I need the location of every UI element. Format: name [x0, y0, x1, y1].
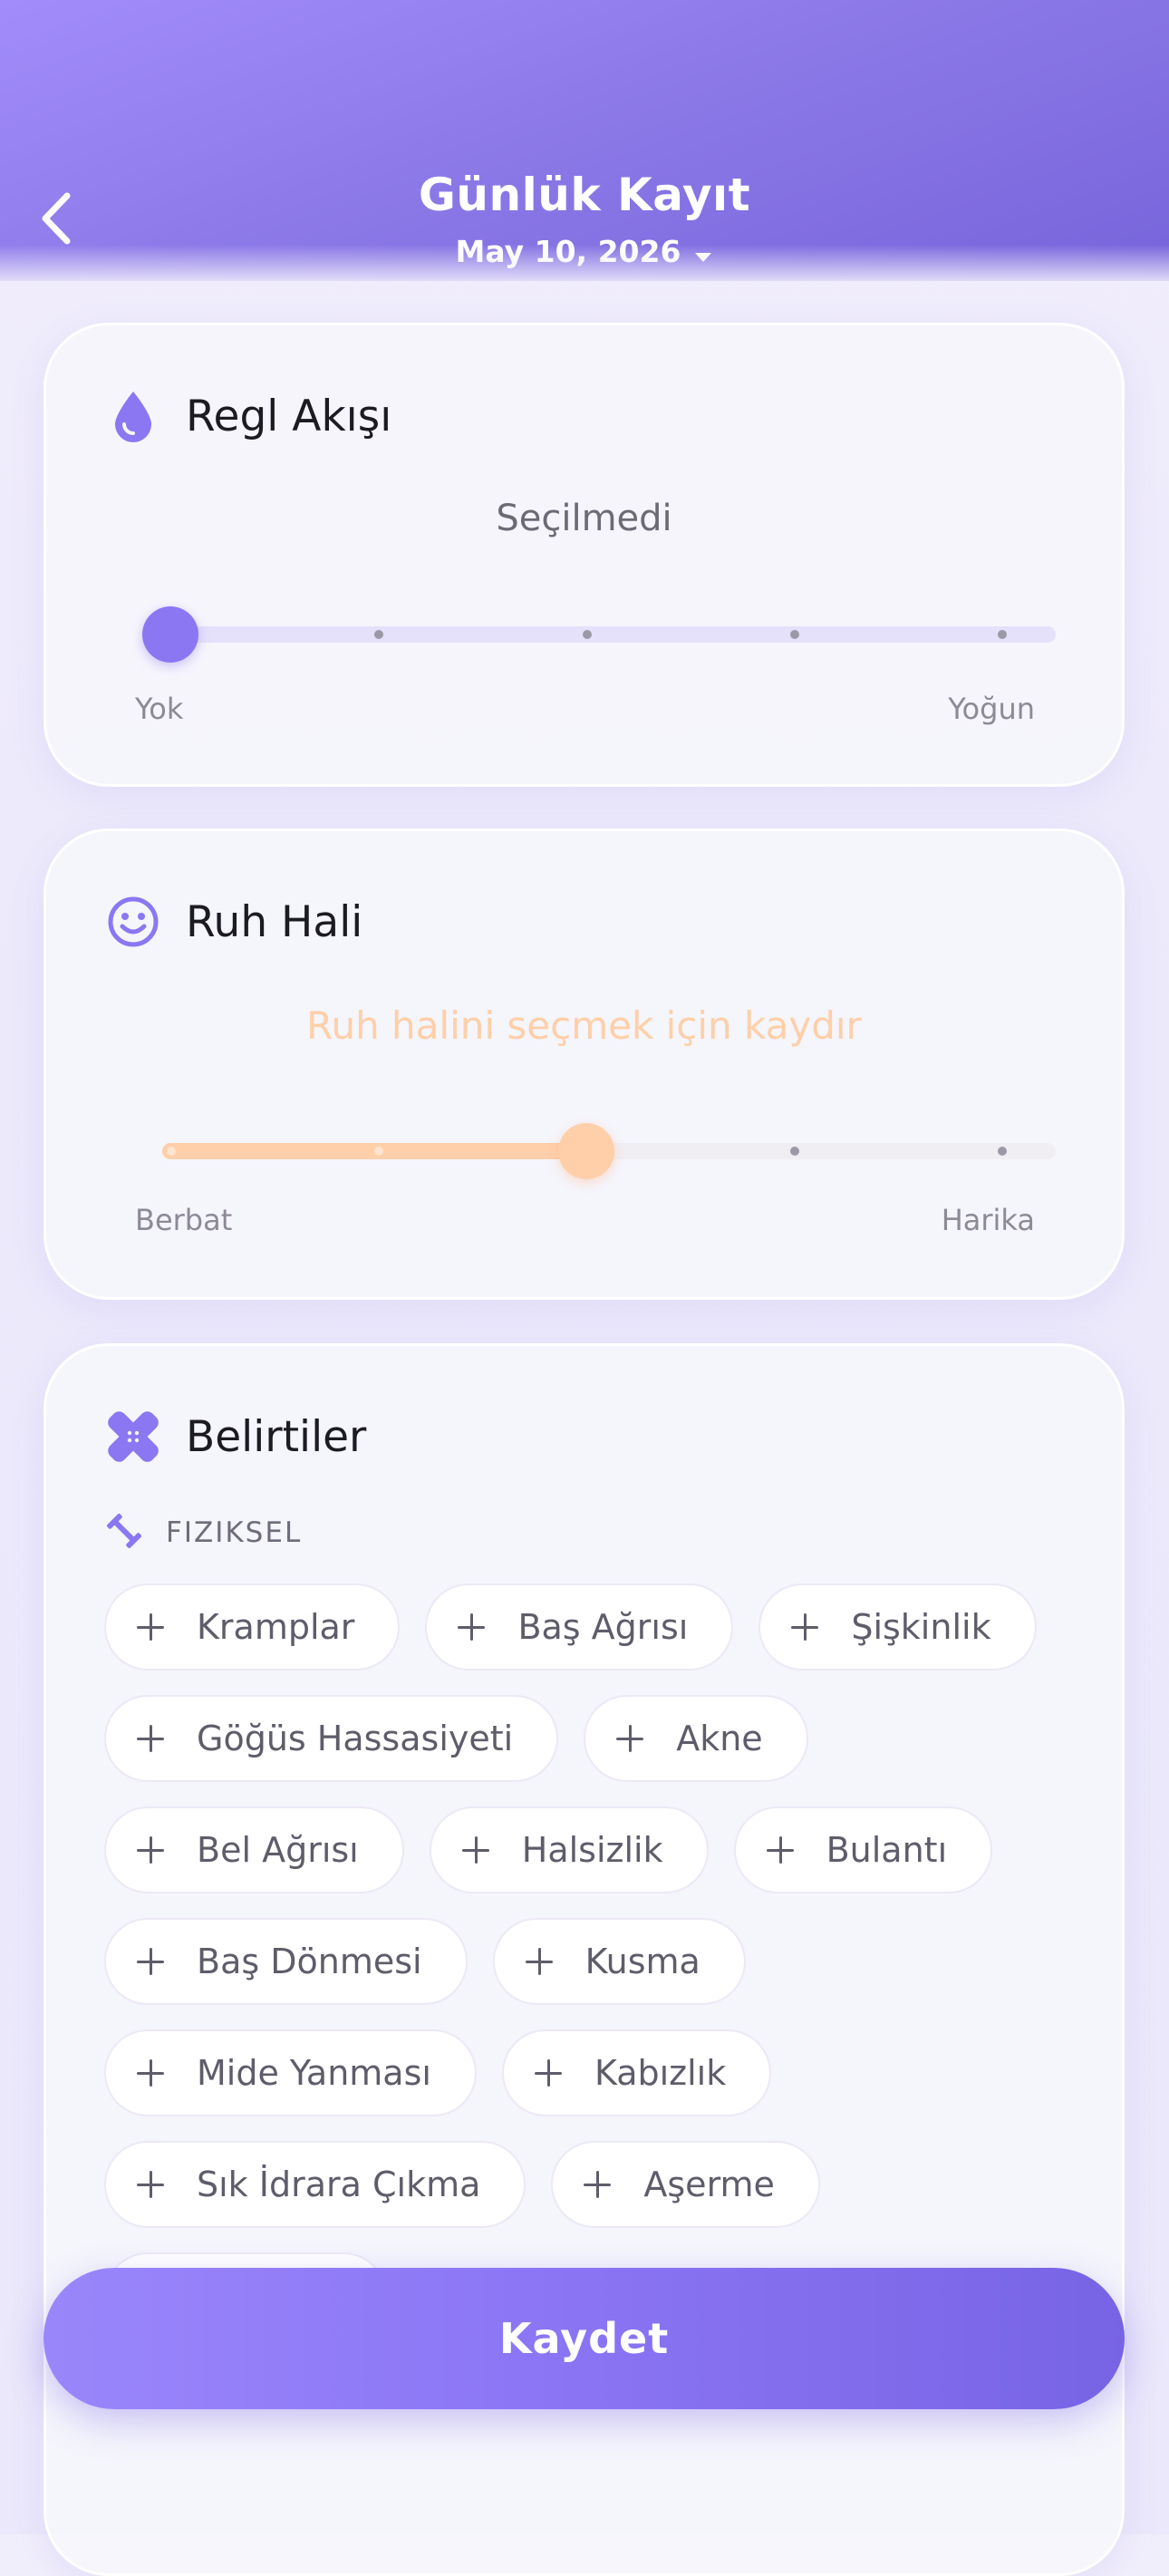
mood-card: Ruh Hali Ruh halini seçmek için kaydır B… — [43, 828, 1125, 1300]
symptom-chip[interactable]: Aşerme — [551, 2141, 820, 2228]
symptoms-title: Belirtiler — [186, 1411, 367, 1462]
drop-icon — [106, 389, 160, 443]
plus-icon — [525, 1948, 553, 1975]
plus-icon — [137, 1613, 164, 1641]
symptom-chip-list: Kramplar Baş Ağrısı Şişkinlik Göğüs Hassasi… — [104, 1583, 1083, 2364]
flow-card: Regl Akışı Seçilmedi Yok Yoğun — [43, 323, 1125, 787]
symptom-chip[interactable]: Baş Ağrısı — [425, 1583, 734, 1671]
flow-slider-step — [374, 630, 383, 639]
plus-icon — [584, 2171, 612, 2198]
symptom-chip-label: Mide Yanması — [197, 2053, 431, 2093]
mood-slider-step — [374, 1147, 383, 1156]
symptom-chip-row: Bel Ağrısı Halsizlik Bulantı — [104, 1806, 1083, 1893]
symptom-chip[interactable]: Kabızlık — [501, 2029, 772, 2116]
symptom-chip[interactable]: Kramplar — [104, 1583, 401, 1671]
symptom-chip-label: Baş Dönmesi — [197, 1942, 422, 1981]
section-physical: FIZIKSEL — [106, 1513, 302, 1553]
mood-slider-step — [998, 1147, 1007, 1156]
symptom-chip[interactable]: Baş Dönmesi — [104, 1918, 468, 2005]
date-label: May 10, 2026 — [455, 234, 681, 269]
symptom-chip-label: Baş Ağrısı — [517, 1607, 689, 1647]
flow-title: Regl Akışı — [186, 391, 392, 441]
mood-slider-step — [790, 1147, 799, 1156]
mood-slider[interactable] — [46, 1116, 1127, 1188]
symptom-chip-label: Bel Ağrısı — [197, 1830, 359, 1870]
caret-down-icon — [693, 236, 713, 271]
mood-slider-thumb[interactable] — [558, 1123, 614, 1179]
flow-max-label: Yoğun — [948, 692, 1035, 726]
flow-min-label: Yok — [135, 692, 184, 726]
symptom-chip-label: Kabızlık — [594, 2053, 727, 2093]
symptom-chip[interactable]: Akne — [584, 1695, 808, 1782]
mood-title: Ruh Hali — [186, 896, 363, 947]
symptom-chip[interactable]: Bel Ağrısı — [104, 1806, 404, 1893]
symptom-chip-label: Kusma — [584, 1942, 700, 1981]
symptom-chip-row: Mide Yanması Kabızlık — [104, 2029, 1083, 2116]
symptom-chip[interactable]: Halsizlik — [429, 1806, 709, 1893]
date-selector[interactable]: May 10, 2026 — [0, 234, 1169, 271]
plus-icon — [137, 2059, 164, 2087]
flow-status: Seçilmedi — [496, 498, 672, 539]
section-physical-label: FIZIKSEL — [166, 1516, 303, 1549]
plus-icon — [791, 1613, 819, 1641]
flow-slider-step — [790, 630, 799, 639]
plus-icon — [137, 2171, 164, 2198]
symptom-chip[interactable]: Şişkinlik — [758, 1583, 1037, 1671]
header: Günlük Kayıt May 10, 2026 — [0, 0, 1169, 281]
flow-slider[interactable] — [46, 597, 1127, 670]
symptom-chip-label: Bulantı — [826, 1830, 948, 1870]
symptom-chip[interactable]: Bulantı — [733, 1806, 993, 1893]
plus-icon — [461, 1836, 489, 1864]
symptom-chip-label: Akne — [676, 1719, 763, 1758]
symptom-chip-row: Göğüs Hassasiyeti Akne — [104, 1695, 1083, 1782]
plus-icon — [766, 1836, 794, 1864]
flow-slider-step — [998, 630, 1007, 639]
mood-max-label: Harika — [941, 1203, 1035, 1237]
symptom-chip-label: Halsizlik — [521, 1830, 663, 1870]
page-title: Günlük Kayıt — [418, 169, 751, 221]
dumbbell-icon — [106, 1513, 142, 1553]
symptom-chip[interactable]: Sık İdrara Çıkma — [104, 2141, 527, 2228]
plus-icon — [137, 1948, 164, 1975]
symptom-chip-row: Sık İdrara Çıkma Aşerme — [104, 2141, 1083, 2228]
symptom-chip-label: Aşerme — [643, 2164, 775, 2204]
mood-slider-step — [167, 1147, 176, 1156]
symptom-chip-label: Sık İdrara Çıkma — [197, 2164, 481, 2204]
bandage-icon — [106, 1409, 160, 1464]
symptom-chip-label: Kramplar — [197, 1607, 355, 1647]
plus-icon — [458, 1613, 486, 1641]
mood-slider-fill — [162, 1143, 584, 1159]
flow-slider-step — [583, 630, 592, 639]
plus-icon — [137, 1725, 164, 1752]
save-button[interactable]: Kaydet — [43, 2268, 1125, 2409]
symptom-chip-label: Göğüs Hassasiyeti — [197, 1719, 514, 1758]
flow-slider-track — [168, 626, 1056, 643]
mood-min-label: Berbat — [135, 1203, 233, 1237]
flow-slider-thumb[interactable] — [142, 606, 198, 663]
symptom-chip-row: Kramplar Baş Ağrısı Şişkinlik — [104, 1583, 1083, 1671]
mood-status: Ruh halini seçmek için kaydır — [306, 1003, 862, 1048]
symptom-chip-row: Baş Dönmesi Kusma — [104, 1918, 1083, 2005]
symptom-chip[interactable]: Göğüs Hassasiyeti — [104, 1695, 559, 1782]
smiley-icon — [106, 895, 160, 949]
symptom-chip[interactable]: Mide Yanması — [104, 2029, 477, 2116]
symptom-chip-label: Şişkinlik — [851, 1607, 991, 1647]
plus-icon — [534, 2059, 562, 2087]
plus-icon — [616, 1725, 644, 1752]
symptom-chip[interactable]: Kusma — [492, 1918, 746, 2005]
plus-icon — [137, 1836, 164, 1864]
